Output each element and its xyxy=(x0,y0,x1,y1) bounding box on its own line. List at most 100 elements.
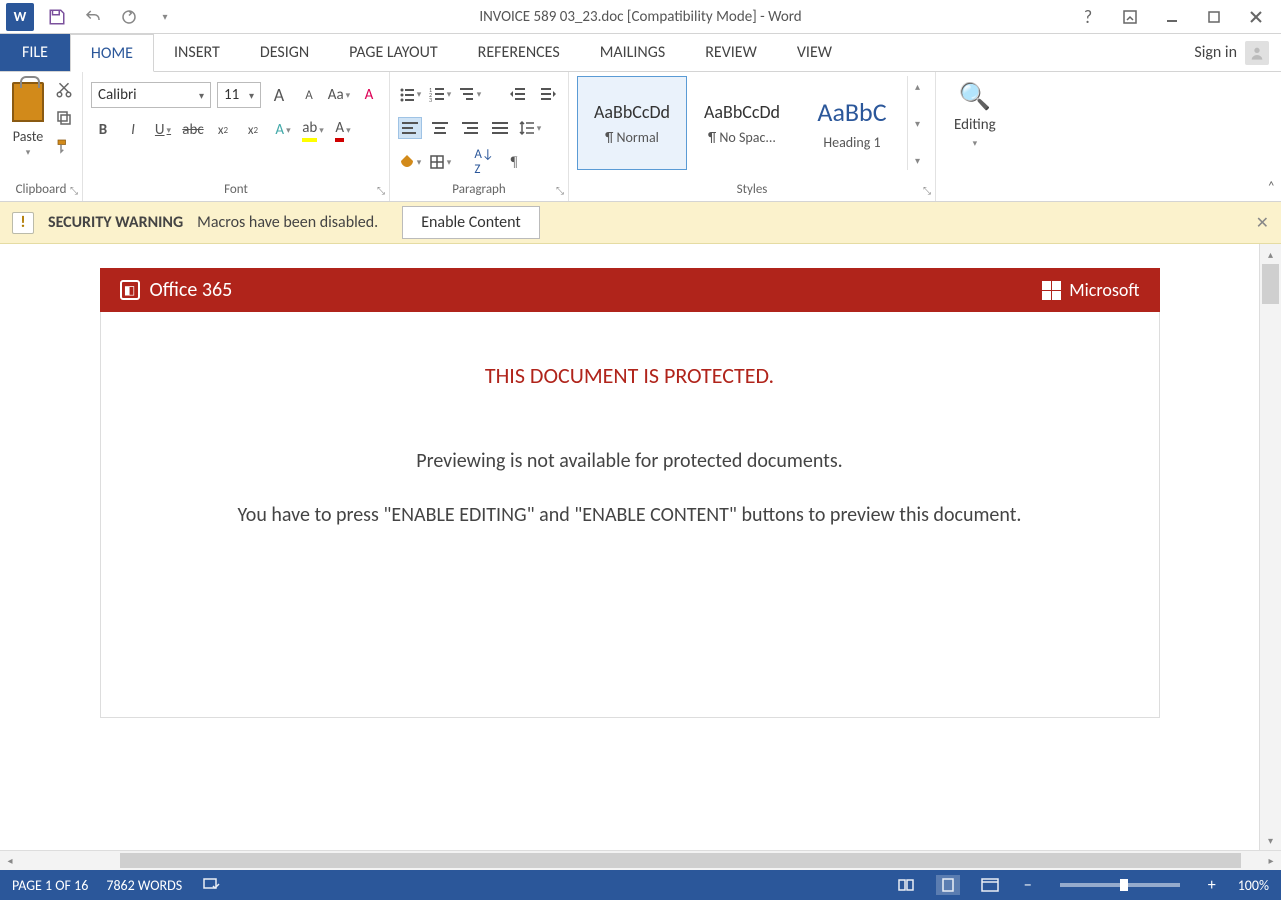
shrink-font-icon[interactable]: A xyxy=(297,83,321,107)
security-title: SECURITY WARNING xyxy=(48,213,183,232)
align-center-icon[interactable] xyxy=(428,117,452,139)
spellcheck-icon[interactable] xyxy=(200,875,224,895)
maximize-icon[interactable] xyxy=(1203,6,1225,28)
avatar-icon xyxy=(1245,41,1269,65)
office3656-icon: ◧ xyxy=(120,280,140,300)
underline-icon[interactable]: U xyxy=(151,118,175,142)
tab-mailings[interactable]: MAILINGS xyxy=(580,34,686,71)
highlight-icon[interactable]: ab xyxy=(301,118,325,142)
qat-customize-icon[interactable]: ▾ xyxy=(154,6,176,28)
security-close-icon[interactable]: ✕ xyxy=(1256,213,1269,233)
vscroll-thumb[interactable] xyxy=(1262,264,1279,304)
styles-launcher-icon[interactable]: ⤡ xyxy=(923,184,931,197)
format-painter-icon[interactable] xyxy=(54,136,74,156)
paragraph-launcher-icon[interactable]: ⤡ xyxy=(556,184,564,197)
office365-banner: ◧ Office 365 Microsoft xyxy=(100,268,1160,312)
paste-button[interactable]: Paste ▾ xyxy=(8,76,48,160)
find-icon[interactable]: 🔍 xyxy=(959,80,991,112)
multilevel-icon[interactable] xyxy=(458,82,482,106)
borders-icon[interactable] xyxy=(428,150,452,174)
scroll-down-icon[interactable]: ▾ xyxy=(1260,830,1281,850)
hscroll-thumb[interactable] xyxy=(120,853,1241,868)
styles-title: Styles xyxy=(577,180,927,199)
word-count[interactable]: 7862 WORDS xyxy=(106,877,182,894)
styles-expand-icon[interactable]: ▾ xyxy=(910,152,925,168)
style-normal[interactable]: AaBbCcDd ¶ Normal xyxy=(577,76,687,170)
cut-icon[interactable] xyxy=(54,80,74,100)
word-app-icon: W xyxy=(6,3,34,31)
enable-content-button[interactable]: Enable Content xyxy=(402,206,540,239)
protected-line1: Previewing is not available for protecte… xyxy=(131,449,1129,473)
grow-font-icon[interactable]: A xyxy=(267,83,291,107)
numbering-icon[interactable]: 123 xyxy=(428,82,452,106)
clear-format-icon[interactable]: A xyxy=(357,83,381,107)
font-color-icon[interactable]: A xyxy=(331,118,355,142)
zoom-out-icon[interactable]: − xyxy=(1020,876,1036,895)
align-right-icon[interactable] xyxy=(458,117,482,139)
justify-icon[interactable] xyxy=(488,117,512,139)
close-icon[interactable] xyxy=(1245,6,1267,28)
show-marks-icon[interactable]: ¶ xyxy=(502,150,526,174)
collapse-ribbon-icon[interactable]: ˄ xyxy=(1267,178,1275,195)
scroll-up-icon[interactable]: ▴ xyxy=(1260,244,1281,264)
font-launcher-icon[interactable]: ⤡ xyxy=(377,184,385,197)
zoom-slider-knob[interactable] xyxy=(1120,879,1128,891)
tab-view[interactable]: VIEW xyxy=(777,34,852,71)
strike-icon[interactable]: abc xyxy=(181,118,205,142)
subscript-icon[interactable]: x2 xyxy=(211,118,235,142)
read-mode-icon[interactable] xyxy=(894,875,918,895)
tab-file[interactable]: FILE xyxy=(0,34,70,71)
shading-icon[interactable] xyxy=(398,150,422,174)
superscript-icon[interactable]: x2 xyxy=(241,118,265,142)
line-spacing-icon[interactable] xyxy=(518,116,542,140)
change-case-icon[interactable]: Aa xyxy=(327,83,351,107)
help-icon[interactable]: ? xyxy=(1077,6,1099,28)
ribbon-display-icon[interactable] xyxy=(1119,6,1141,28)
save-icon[interactable] xyxy=(46,6,68,28)
vertical-scrollbar[interactable]: ▴ ▾ xyxy=(1259,244,1281,850)
font-name-combo[interactable]: Calibri▾ xyxy=(91,82,211,108)
increase-indent-icon[interactable] xyxy=(536,82,560,106)
tab-design[interactable]: DESIGN xyxy=(240,34,329,71)
tab-insert[interactable]: INSERT xyxy=(154,34,240,71)
sign-in-label: Sign in xyxy=(1194,43,1237,62)
redo-icon[interactable] xyxy=(118,6,140,28)
horizontal-scrollbar[interactable]: ◂ ▸ xyxy=(0,850,1281,870)
print-layout-icon[interactable] xyxy=(936,875,960,895)
quick-access-toolbar: ▾ xyxy=(46,6,176,28)
style-heading1[interactable]: AaBbC Heading 1 xyxy=(797,76,907,170)
clipboard-icon xyxy=(12,82,44,122)
styles-scroll-down-icon[interactable]: ▾ xyxy=(910,115,925,131)
tab-home[interactable]: HOME xyxy=(70,34,154,72)
page-indicator[interactable]: PAGE 1 OF 16 xyxy=(12,877,88,894)
styles-scroll-up-icon[interactable]: ▴ xyxy=(910,78,925,94)
tab-review[interactable]: REVIEW xyxy=(685,34,777,71)
hscroll-left-icon[interactable]: ◂ xyxy=(0,854,20,867)
sign-in-button[interactable]: Sign in xyxy=(1182,34,1281,71)
zoom-level[interactable]: 100% xyxy=(1238,877,1269,894)
clipboard-launcher-icon[interactable]: ⤡ xyxy=(70,184,78,197)
style-no-spacing[interactable]: AaBbCcDd ¶ No Spac... xyxy=(687,76,797,170)
bullets-icon[interactable] xyxy=(398,82,422,106)
security-warning-bar: ! SECURITY WARNING Macros have been disa… xyxy=(0,202,1281,244)
window-title: INVOICE 589 03_23.doc [Compatibility Mod… xyxy=(479,8,801,26)
undo-icon[interactable] xyxy=(82,6,104,28)
web-layout-icon[interactable] xyxy=(978,875,1002,895)
zoom-slider[interactable] xyxy=(1060,883,1180,887)
bold-icon[interactable]: B xyxy=(91,118,115,142)
decrease-indent-icon[interactable] xyxy=(506,82,530,106)
font-size-combo[interactable]: 11▾ xyxy=(217,82,261,108)
hscroll-right-icon[interactable]: ▸ xyxy=(1261,854,1281,867)
document-area: ◧ Office 365 Microsoft THIS DOCUMENT IS … xyxy=(0,244,1281,850)
italic-icon[interactable]: I xyxy=(121,118,145,142)
paragraph-title: Paragraph xyxy=(398,180,560,199)
align-left-icon[interactable] xyxy=(398,117,422,139)
tab-page-layout[interactable]: PAGE LAYOUT xyxy=(329,34,458,71)
sort-icon[interactable]: A↓Z xyxy=(472,150,496,174)
tab-references[interactable]: REFERENCES xyxy=(458,34,580,71)
minimize-icon[interactable] xyxy=(1161,6,1183,28)
zoom-in-icon[interactable]: + xyxy=(1204,876,1220,895)
copy-icon[interactable] xyxy=(54,108,74,128)
text-effects-icon[interactable]: A xyxy=(271,118,295,142)
editing-label[interactable]: Editing xyxy=(954,116,996,134)
